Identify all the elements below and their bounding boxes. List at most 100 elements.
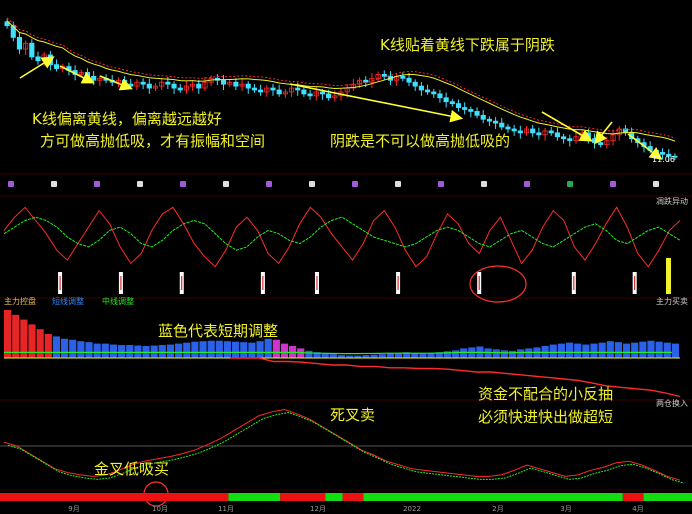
capital-bar	[166, 344, 175, 358]
band-segment-green	[643, 493, 692, 501]
capital-bar	[36, 329, 44, 358]
candle-down	[412, 81, 418, 87]
capital-bar	[183, 342, 191, 358]
candle-down	[84, 72, 91, 77]
capital-bar	[256, 341, 264, 358]
capital-bar	[175, 343, 183, 358]
capital-bar	[460, 348, 468, 358]
candle-down	[468, 109, 474, 112]
oscillator-panel	[3, 206, 681, 303]
capital-bar	[606, 341, 614, 358]
candle-down	[425, 89, 431, 93]
panel-frames	[0, 173, 692, 491]
band-segment-green	[363, 493, 623, 501]
x-tick-label: 2月	[492, 505, 503, 513]
capital-bar	[4, 310, 12, 358]
band-segment-green	[228, 493, 281, 501]
signal-icon	[524, 181, 530, 187]
candle-down	[443, 97, 449, 103]
capital-bar	[305, 350, 313, 358]
capital-bar	[69, 339, 77, 358]
candle-down	[554, 132, 560, 138]
capital-bar	[77, 341, 85, 358]
annotation-fund-line1: 资金不配合的小反抽	[478, 385, 613, 403]
candle-down	[530, 128, 536, 134]
x-tick-label: 12月	[310, 505, 326, 513]
annotation-left-line2: 方可做高抛低吸，才有振幅和空间	[40, 132, 265, 150]
signal-icon	[481, 181, 487, 187]
annotation-blue-short: 蓝色代表短期调整	[158, 322, 278, 340]
capital-bar	[492, 349, 500, 358]
band-segment-red	[342, 493, 364, 501]
signal-bar-yellow	[666, 258, 671, 294]
candle-down	[251, 87, 257, 91]
panel3-label-mid1: 短线调整	[52, 296, 84, 306]
candle-down	[653, 150, 659, 153]
capital-bar	[126, 345, 134, 358]
capital-bar	[158, 345, 166, 358]
signal-icon	[567, 181, 573, 187]
signal-icon	[94, 181, 100, 187]
capital-bar	[598, 342, 606, 358]
bottom-signal-band	[0, 493, 692, 501]
candle-down	[91, 75, 97, 81]
candle-down	[561, 136, 567, 140]
panel3-label-left: 主力控盘	[4, 296, 36, 306]
candle-down	[196, 83, 202, 89]
capital-bar	[557, 343, 565, 358]
candle-down	[307, 93, 313, 97]
candle-down	[165, 81, 171, 85]
capital-bar	[427, 353, 435, 358]
x-tick-label: 4月	[632, 505, 643, 513]
annotation-golden-cross: 金叉低吸买	[94, 460, 169, 478]
capital-bar	[386, 353, 394, 358]
capital-bar	[370, 354, 378, 358]
capital-bar	[191, 341, 199, 358]
signal-icon	[223, 181, 229, 187]
capital-bar	[549, 344, 557, 358]
capital-bar	[525, 348, 533, 358]
candle-down	[536, 132, 542, 136]
capital-bar	[101, 343, 109, 358]
candle-down	[319, 91, 326, 95]
annotation-top-right: K线贴着黄线下跌属于阴跌	[380, 36, 555, 54]
x-tick-label: 11月	[218, 505, 234, 513]
capital-bar	[272, 339, 280, 358]
capital-bar	[582, 344, 590, 358]
x-tick-label: 3月	[560, 505, 571, 513]
capital-bar	[248, 342, 256, 358]
capital-bar	[52, 336, 61, 358]
capital-bar	[639, 341, 647, 358]
candle-down	[128, 83, 134, 87]
candle-down	[493, 120, 499, 124]
signal-icon	[309, 181, 315, 187]
capital-bar	[150, 345, 158, 358]
candle-down	[233, 81, 239, 87]
signal-icon	[352, 181, 358, 187]
capital-bar	[590, 343, 598, 358]
capital-bar	[118, 345, 126, 358]
annotation-dead-cross: 死叉卖	[330, 406, 375, 424]
candle-down	[406, 77, 412, 83]
capital-bar	[663, 342, 671, 358]
capital-bar	[631, 342, 639, 358]
candle-down	[511, 128, 517, 132]
candle-down	[140, 81, 146, 85]
trend-arrow	[541, 111, 593, 142]
capital-bar	[199, 341, 207, 358]
band-segment-green	[325, 493, 343, 501]
capital-bar	[240, 342, 248, 358]
capital-bar	[280, 343, 289, 358]
capital-bar	[565, 342, 574, 358]
candle-down	[53, 64, 60, 69]
capital-bar	[44, 334, 52, 358]
candle-down	[381, 74, 387, 77]
candle-down	[177, 87, 183, 91]
candle-down	[326, 93, 332, 99]
candle-down	[29, 42, 35, 58]
annotation-left-line1: K线偏离黄线，偏离越远越好	[32, 110, 222, 128]
capital-bar	[500, 350, 508, 358]
candle-down	[171, 83, 177, 89]
candle-down	[591, 138, 598, 144]
capital-bar	[614, 342, 622, 358]
